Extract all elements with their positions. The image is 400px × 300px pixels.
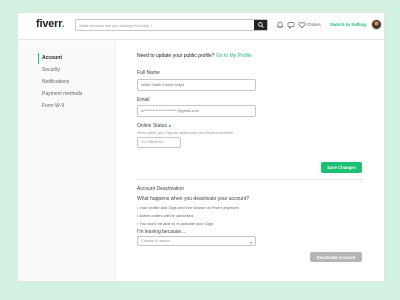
sidebar-item-payment-methods[interactable]: Payment methods bbox=[42, 90, 82, 99]
search-icon bbox=[257, 22, 264, 28]
active-indicator bbox=[38, 53, 39, 64]
deactivation-title: Account Deactivation bbox=[137, 186, 184, 192]
deactivation-bullet: • You won't be able to re-activate your … bbox=[137, 221, 215, 226]
sidebar-item-account[interactable]: Account bbox=[42, 54, 62, 63]
search-bar bbox=[75, 19, 268, 31]
app-window: fiverr. Orders Switch to Selling bbox=[17, 12, 385, 282]
search-input[interactable] bbox=[76, 20, 254, 30]
fiverr-logo[interactable]: fiverr. bbox=[36, 18, 65, 30]
orders-link[interactable]: Orders bbox=[307, 22, 321, 27]
fullname-field[interactable] bbox=[137, 79, 256, 91]
message-icon[interactable] bbox=[287, 21, 295, 29]
reason-select[interactable]: Choose a reason ▾ bbox=[137, 236, 256, 246]
switch-to-selling-link[interactable]: Switch to Selling bbox=[330, 22, 366, 27]
online-dot-icon bbox=[169, 124, 172, 127]
deactivate-account-button[interactable]: Deactivate Account bbox=[310, 252, 362, 262]
fullname-label: Full Name bbox=[137, 70, 160, 76]
online-status-label: Online Status bbox=[137, 123, 172, 129]
chevron-down-icon: ▾ bbox=[249, 240, 252, 245]
account-settings-panel: Need to update your public profile? Go t… bbox=[137, 41, 367, 281]
deactivation-bullet: • Active orders will be cancelled. bbox=[137, 213, 194, 218]
heart-icon[interactable] bbox=[298, 21, 306, 29]
sidebar-item-security[interactable]: Security bbox=[42, 66, 60, 75]
online-status-value: Go Offline for... bbox=[141, 140, 167, 144]
go-to-profile-link[interactable]: Go to My Profile bbox=[216, 53, 252, 59]
deactivation-bullet: • Your profile and Gigs won't be shown o… bbox=[137, 205, 240, 210]
online-status-select[interactable]: Go Offline for... bbox=[137, 137, 181, 148]
sidebar-item-notifications[interactable]: Notifications bbox=[42, 78, 69, 87]
online-status-hint: When online, your Gigs are visible under… bbox=[137, 131, 234, 135]
avatar[interactable] bbox=[371, 19, 382, 30]
top-header: fiverr. Orders Switch to Selling bbox=[18, 13, 384, 40]
bell-icon[interactable] bbox=[276, 21, 284, 29]
leaving-reason-label: I'm leaving because... bbox=[137, 229, 186, 235]
settings-sidebar: Account Security Notifications Payment m… bbox=[18, 41, 116, 281]
search-button[interactable] bbox=[254, 20, 267, 30]
email-field[interactable] bbox=[137, 105, 256, 117]
save-changes-button[interactable]: Save Changes bbox=[321, 162, 362, 173]
profile-prompt: Need to update your public profile? Go t… bbox=[137, 53, 252, 59]
sidebar-item-form-w9[interactable]: Form W-9 bbox=[42, 102, 64, 111]
deactivation-question: What happens when you deactivate your ac… bbox=[137, 196, 250, 202]
email-label: Email bbox=[137, 97, 150, 103]
reason-placeholder: Choose a reason bbox=[141, 239, 170, 243]
section-divider bbox=[137, 179, 363, 180]
